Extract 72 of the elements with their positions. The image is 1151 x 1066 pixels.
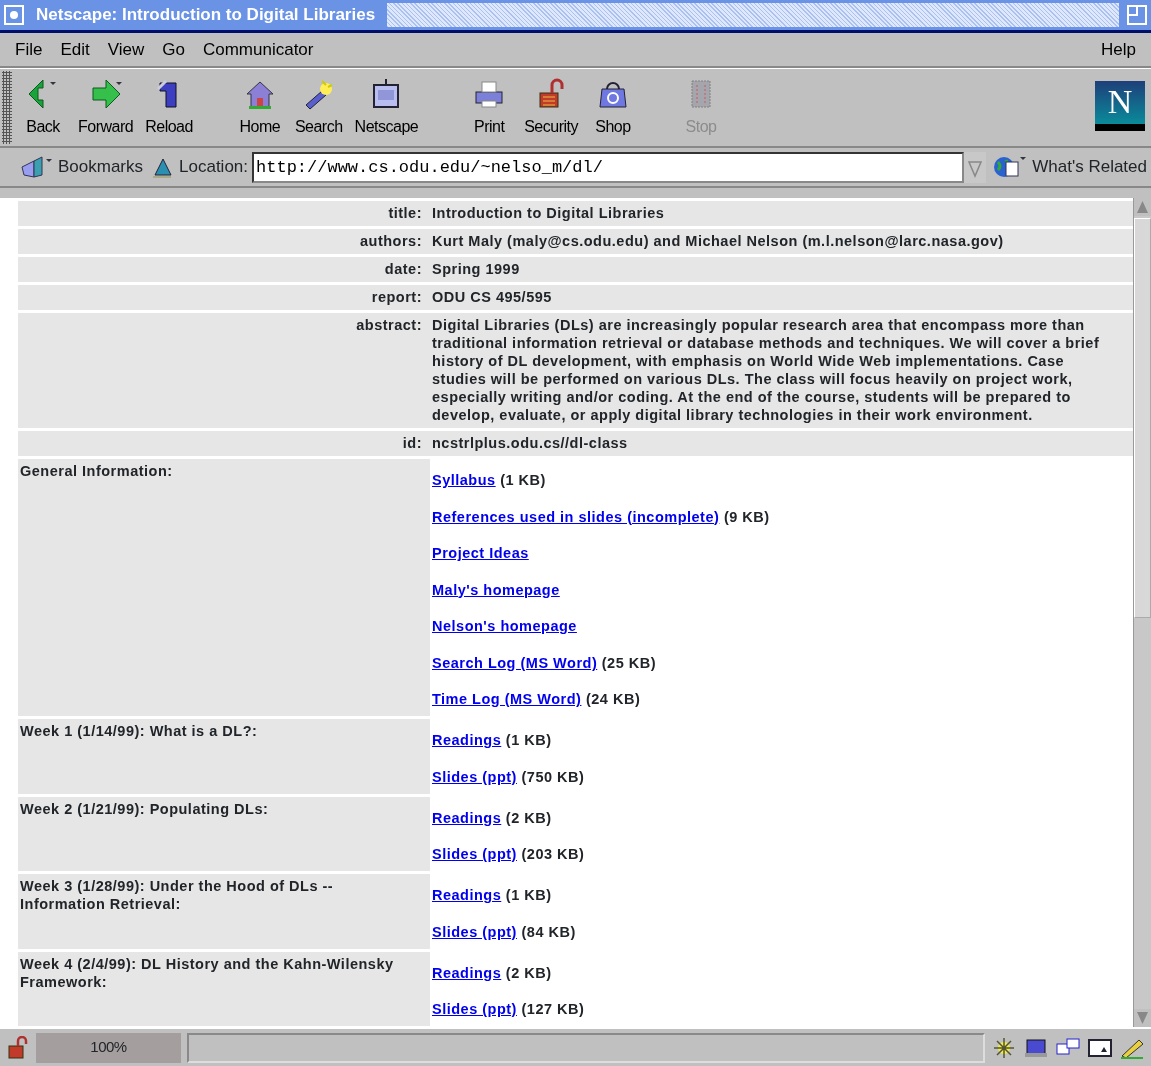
menu-item[interactable]: Help (1092, 36, 1145, 63)
url-field[interactable]: http://www.cs.odu.edu/~nelso_m/dl/ (252, 151, 965, 183)
file-size: (2 KB) (505, 809, 552, 826)
field-label: authors: (18, 229, 430, 254)
whats-related-button[interactable]: What's Related (992, 154, 1147, 180)
file-size: (24 KB) (585, 691, 641, 707)
toolbar-button[interactable]: Search (288, 69, 349, 146)
zoom-level: 100% (36, 1032, 181, 1063)
globe-icon (992, 154, 1029, 180)
menu-item[interactable]: Communicator (193, 36, 323, 63)
file-size: (750 KB) (521, 768, 585, 785)
bookmarks-button[interactable]: Bookmarks (20, 154, 144, 180)
field-value: ncstrlplus.odu.cs//dl-class (430, 431, 1133, 456)
link[interactable]: Slides (ppt) (432, 1001, 517, 1017)
toolbar-button[interactable]: Home (230, 69, 289, 146)
section-heading: Week 4 (2/4/99): DL History and the Kahn-Wilensky Framework: (18, 951, 430, 1026)
file-size: (84 KB) (521, 923, 576, 940)
file-size: (25 KB) (601, 654, 656, 671)
file-size: (9 KB) (723, 508, 770, 525)
link[interactable]: Maly's homepage (432, 581, 560, 598)
toolbar-button[interactable]: Netscape (348, 69, 425, 146)
section-heading: General Information: (18, 459, 430, 716)
field-label: abstract: (18, 313, 430, 428)
link[interactable]: Time Log (MS Word) (432, 691, 582, 707)
toolbar-button[interactable]: Forward (72, 69, 140, 146)
navigator-icon[interactable] (991, 1035, 1017, 1060)
link[interactable]: Readings (432, 887, 502, 903)
field-value: Spring 1999 (430, 257, 1133, 282)
menu-item[interactable]: Edit (51, 36, 99, 63)
toolbar-button[interactable]: Reload (139, 69, 199, 146)
field-label: id: (18, 431, 430, 456)
link[interactable]: Slides (ppt) (432, 923, 517, 940)
link[interactable]: Slides (ppt) (432, 768, 517, 785)
section-heading: Week 3 (1/28/99): Under the Hood of DLs -- Information Retrieval: (18, 874, 430, 949)
link[interactable]: Search Log (MS Word) (432, 654, 598, 671)
field-label: date: (18, 257, 430, 282)
menu-item[interactable]: Go (153, 36, 194, 63)
link[interactable]: Nelson's homepage (432, 618, 577, 634)
field-label: report: (18, 285, 430, 310)
link[interactable]: Syllabus (432, 472, 496, 488)
toolbar-button[interactable]: Back (14, 69, 72, 146)
file-size: (1 KB) (505, 887, 552, 903)
link[interactable]: Readings (432, 732, 502, 748)
field-value: ODU CS 495/595 (430, 285, 1133, 310)
toolbar-button[interactable]: Print (460, 69, 519, 146)
link[interactable]: Readings (432, 964, 502, 981)
maximize-icon[interactable] (1127, 5, 1147, 25)
link[interactable]: Slides (ppt) (432, 846, 517, 862)
menu-item[interactable]: File (6, 36, 52, 63)
section-heading: Week 1 (1/14/99): What is a DL?: (18, 719, 430, 794)
menu-item[interactable]: View (98, 36, 154, 63)
field-value: Kurt Maly (maly@cs.odu.edu) and Michael Nelson (m.l.nelson@larc.nasa.gov) (430, 229, 1133, 254)
netscape-logo: N (1095, 81, 1145, 131)
file-size: (127 KB) (521, 1001, 585, 1017)
file-size: (203 KB) (521, 846, 585, 862)
window-menu-icon[interactable] (4, 5, 24, 25)
field-label: title: (18, 201, 430, 226)
toolbar-button[interactable]: Security (518, 69, 584, 146)
link[interactable]: References used in slides (incomplete) (432, 508, 720, 525)
padlock-icon[interactable] (6, 1035, 30, 1060)
file-size: (1 KB) (505, 732, 552, 748)
location-label: Location: (179, 156, 249, 179)
toolbar-button[interactable]: Shop (584, 69, 642, 146)
field-value: Digital Libraries (DLs) are increasingly popular research area that encompass more than traditional information retrieval or database methods and techniques. We will cover a brief history of DL development, with emphasis on World Wide Web implementations. Case studies will be performed on various DLs. The class will focus heavily on project work, especially writing and/or coding. At the end of the course, students will be prepared to develop, evaluate, or apply digital library technologies in their work environment. (430, 313, 1133, 428)
link[interactable]: Project Ideas (432, 545, 529, 561)
file-size: (2 KB) (505, 964, 552, 981)
section-heading: Week 2 (1/21/99): Populating DLs: (18, 796, 430, 871)
bookmarks-icon (20, 155, 54, 179)
link[interactable]: Readings (432, 809, 502, 826)
toolbar-grip[interactable] (2, 71, 12, 144)
file-size: (1 KB) (500, 472, 546, 488)
field-value: Introduction to Digital Libraries (430, 201, 1133, 226)
